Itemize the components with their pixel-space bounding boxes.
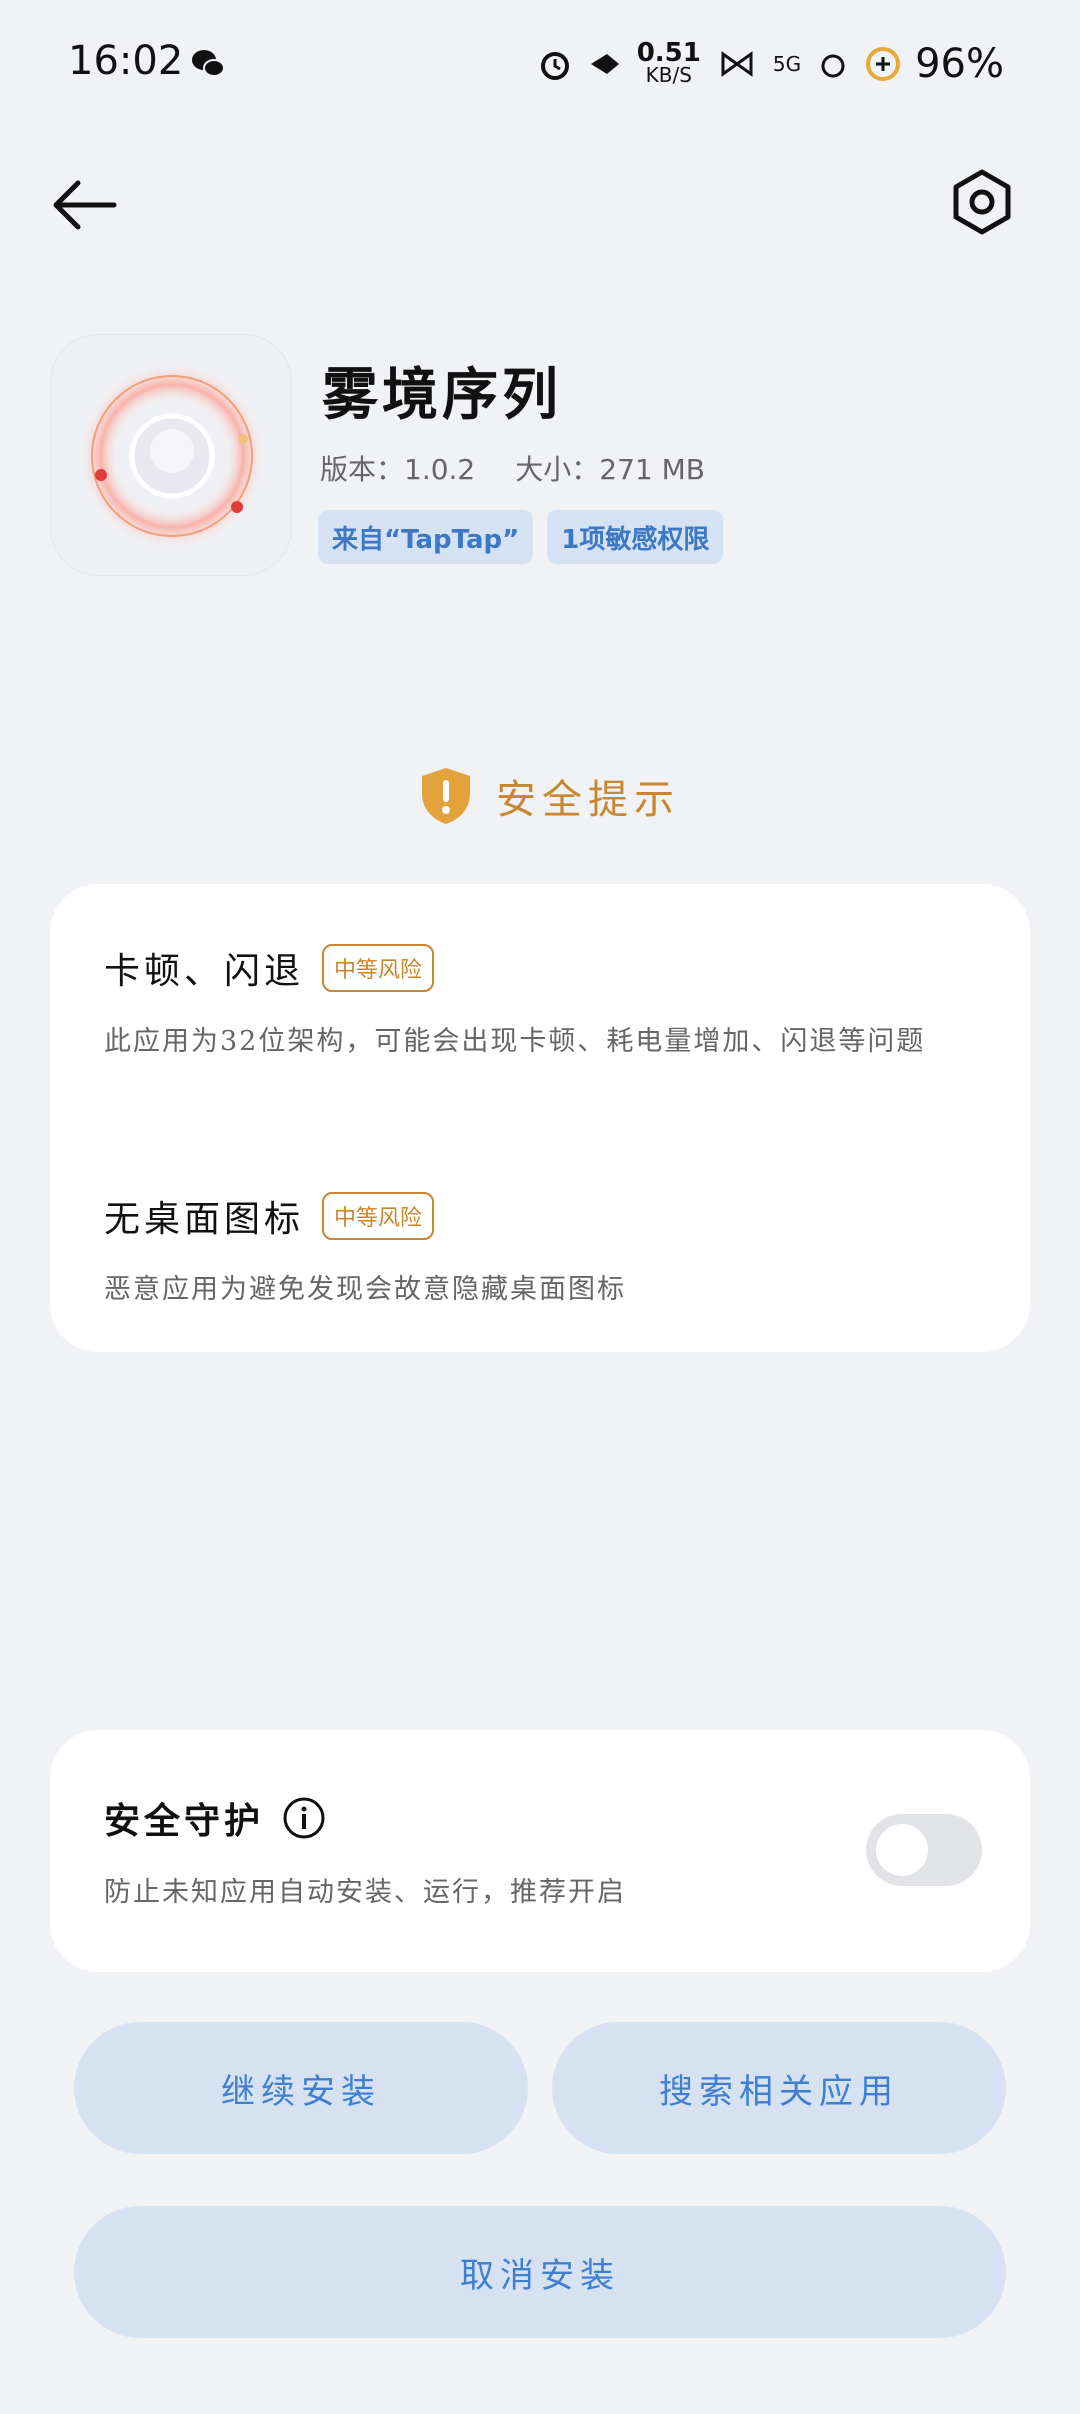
settings-gear-icon[interactable] [948,168,1016,236]
risk-title: 卡顿、闪退 [104,951,305,992]
battery-percent: 96% [915,41,1004,87]
risk-item: 无桌面图标 中等风险 恶意应用为避免发现会故意隐藏桌面图标 [104,1190,984,1320]
info-icon[interactable] [282,1796,326,1840]
status-time: 16:02 [68,38,184,84]
risk-item: 卡顿、闪退 中等风险 此应用为32位架构，可能会出现卡顿、耗电量增加、闪退等问题 [104,942,984,1072]
search-related-apps-button[interactable]: 搜索相关应用 [552,2022,1006,2154]
risk-description: 此应用为32位架构，可能会出现卡顿、耗电量增加、闪退等问题 [104,1026,926,1057]
continue-install-button[interactable]: 继续安装 [74,2022,528,2154]
app-icon-artwork [77,361,267,551]
wechat-icon [192,50,225,77]
status-bar: 16:02 0.51 KB/S 5G 96% [0,0,1080,130]
app-icon [50,334,292,576]
app-version: 版本：1.0.2 [320,453,476,486]
shield-warning-icon [422,768,470,824]
guard-description: 防止未知应用自动安装、运行，推荐开启 [104,1877,626,1908]
risk-level-badge: 中等风险 [322,944,435,992]
app-size: 大小：271 MB [515,453,705,486]
status-icons: 0.51 KB/S 5G 96% [537,36,1004,92]
app-tags: 来自“TapTap” 1项敏感权限 [318,510,724,564]
app-meta: 版本：1.0.2 大小：271 MB [320,448,705,488]
network-type: 5G [772,52,802,76]
security-title: 安全提示 [496,777,680,823]
bow-icon [721,51,753,77]
net-speed-unit: KB/S [645,63,692,87]
alarm-icon [540,52,569,80]
risk-title: 无桌面图标 [104,1199,305,1240]
security-title-row: 安全提示 [420,766,680,826]
net-speed: 0.51 KB/S [636,38,701,87]
battery-icon [866,47,901,81]
source-tag[interactable]: 来自“TapTap” [318,510,534,564]
back-arrow-icon[interactable] [50,172,122,238]
risk-level-badge: 中等风险 [322,1192,435,1240]
guard-title: 安全守护 [104,1800,265,1842]
risk-description: 恶意应用为避免发现会故意隐藏桌面图标 [104,1274,626,1305]
app-name: 雾境序列 [322,362,562,428]
security-guard-card: 安全守护 防止未知应用自动安装、运行，推荐开启 [50,1730,1030,1972]
toggle-knob [876,1824,928,1876]
permission-tag[interactable]: 1项敏感权限 [547,510,724,564]
net-speed-value: 0.51 [636,38,701,68]
risk-card: 卡顿、闪退 中等风险 此应用为32位架构，可能会出现卡顿、耗电量增加、闪退等问题… [50,884,1030,1352]
fish-icon [590,54,619,74]
guard-title-row: 安全守护 [104,1792,326,1844]
signal-icon [821,54,845,78]
cancel-install-button[interactable]: 取消安装 [74,2206,1006,2338]
security-guard-toggle[interactable] [866,1814,982,1886]
